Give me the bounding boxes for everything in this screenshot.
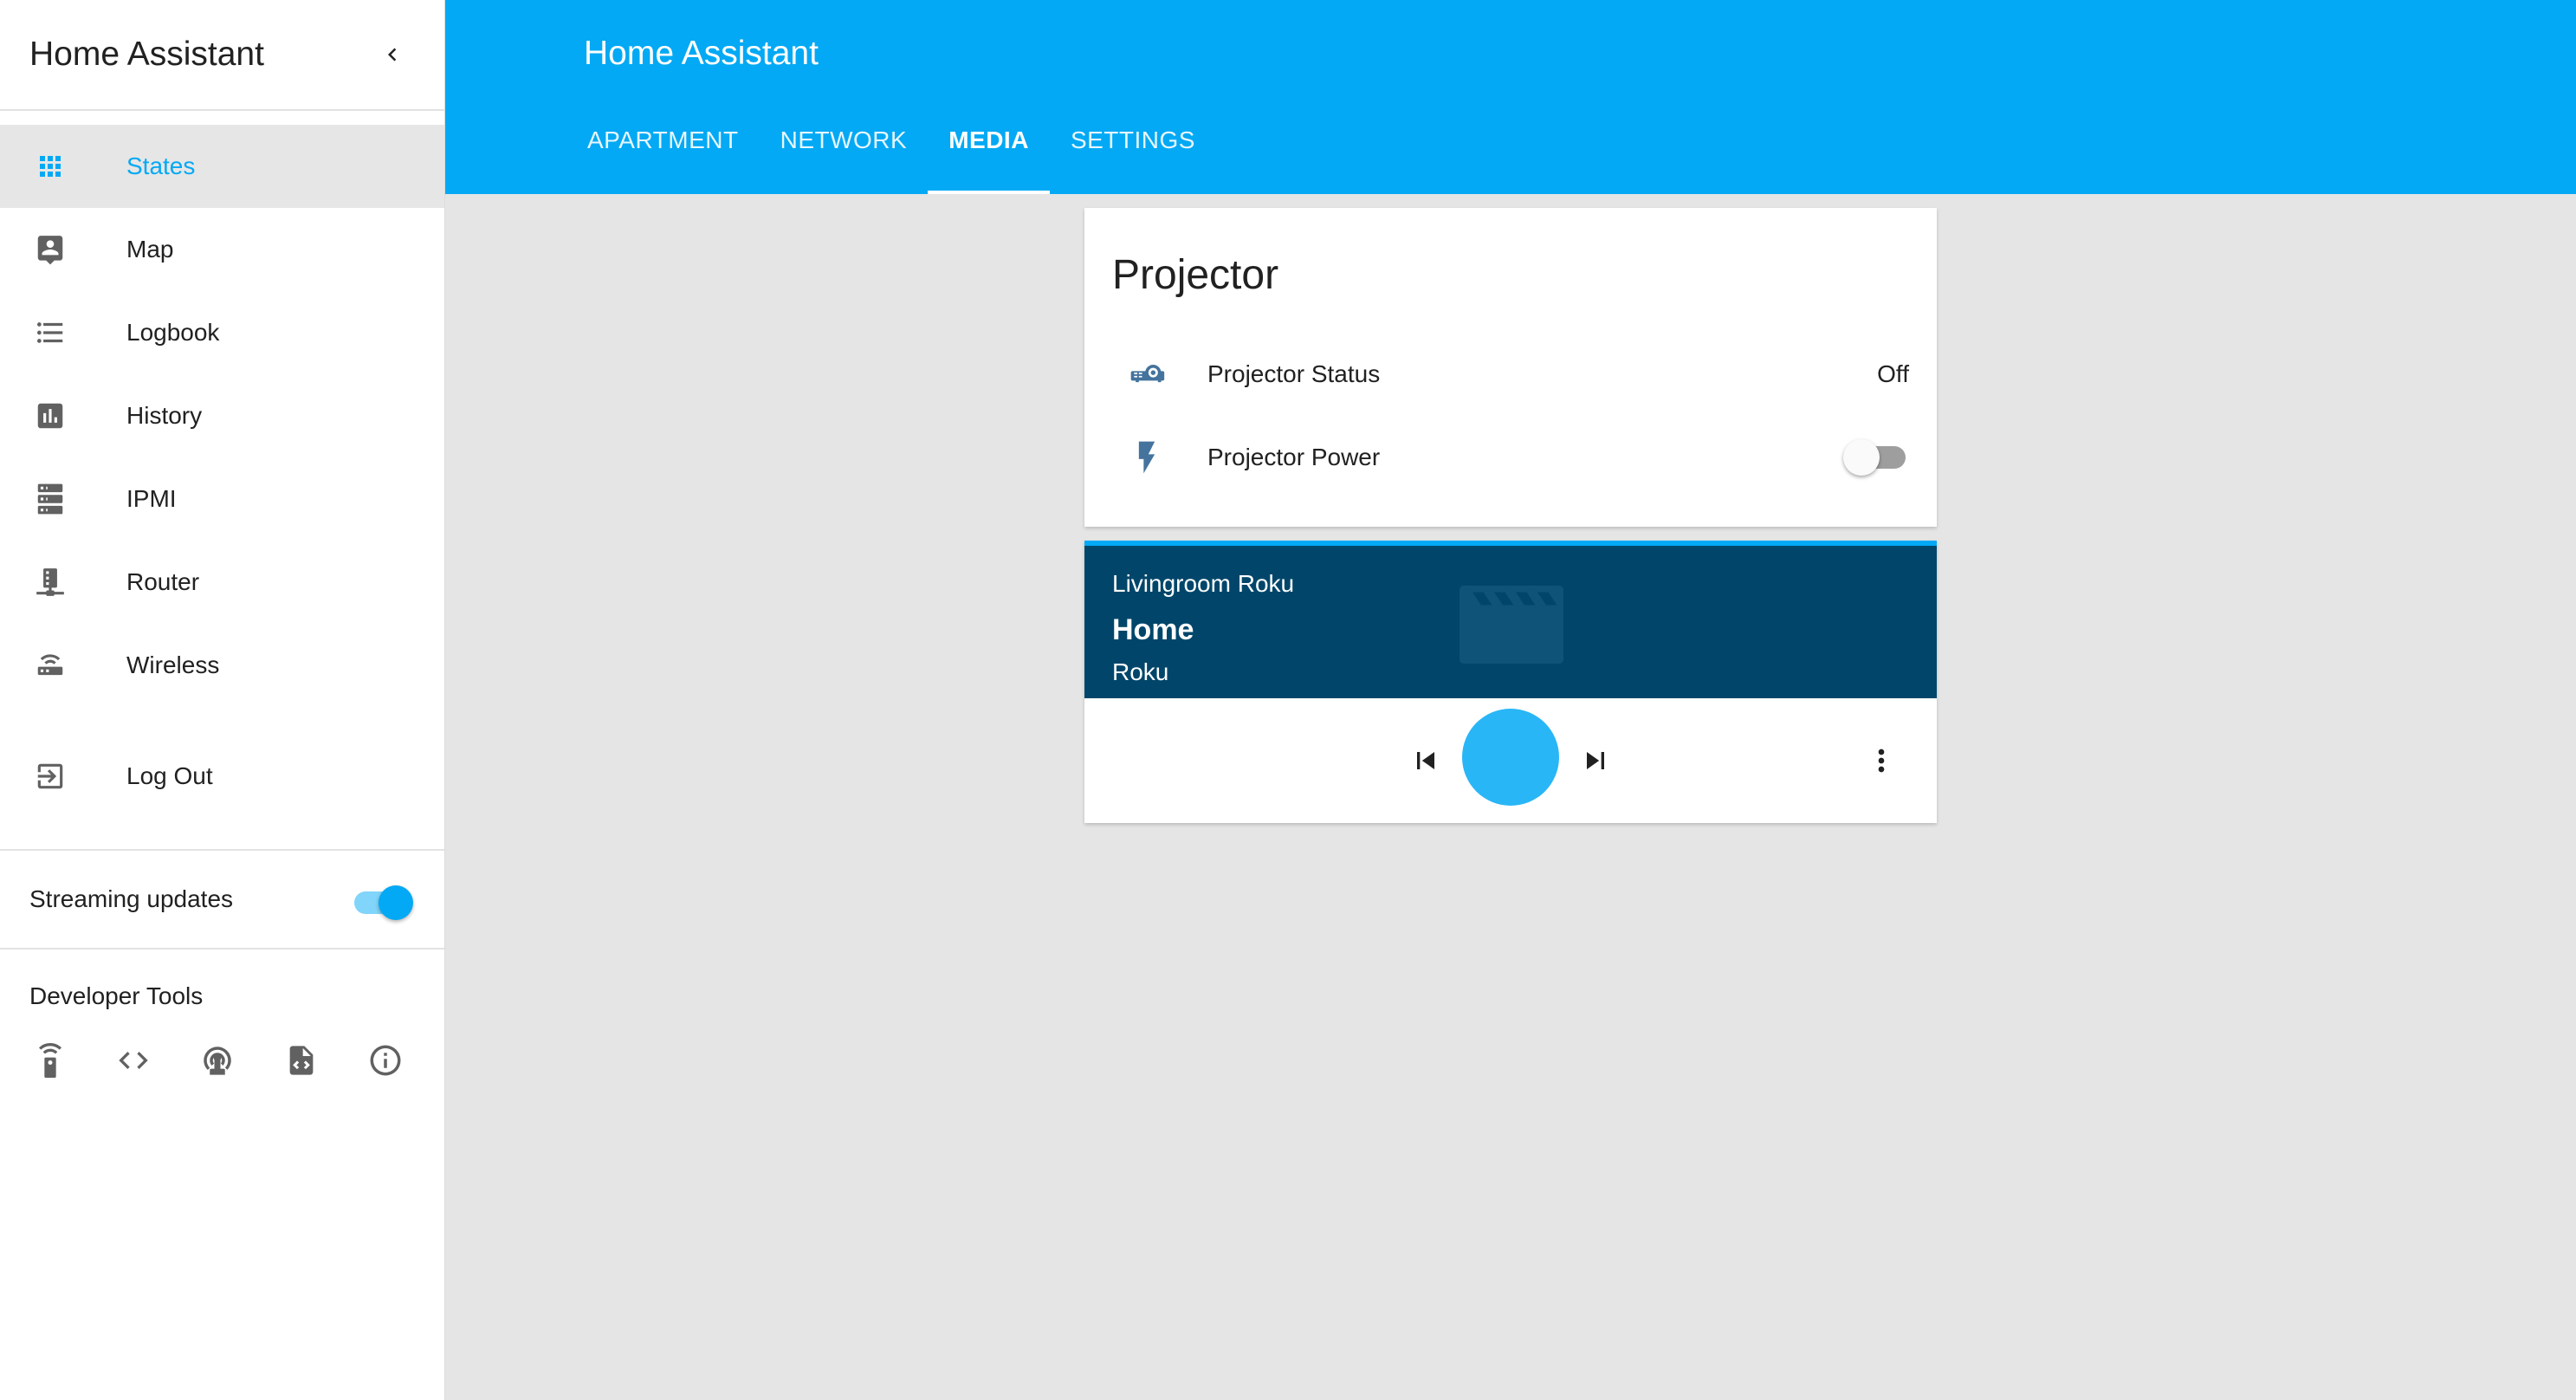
app-root: Home Assistant States Map Logbook Histor… xyxy=(0,0,2576,1400)
media-info-panel[interactable]: Livingroom Roku Home Roku xyxy=(1084,541,1937,698)
more-vertical-icon[interactable] xyxy=(1861,740,1902,781)
streaming-updates-toggle[interactable] xyxy=(351,882,415,920)
sidebar-item-logbook[interactable]: Logbook xyxy=(0,291,444,374)
sidebar-item-label: Router xyxy=(126,568,200,595)
sidebar-item-label: Map xyxy=(126,236,174,262)
sidebar-item-label: Wireless xyxy=(126,651,220,678)
entity-state: Off xyxy=(1877,360,1909,387)
sidebar-title: Home Assistant xyxy=(29,36,264,73)
page-title: Home Assistant xyxy=(584,35,819,72)
sidebar-item-label: States xyxy=(126,152,196,179)
media-source: Roku xyxy=(1112,658,1169,685)
projector-power-toggle[interactable] xyxy=(1843,437,1909,478)
toggle-thumb xyxy=(1843,439,1880,476)
remote-icon[interactable] xyxy=(33,1041,68,1079)
sidebar-item-history[interactable]: History xyxy=(0,374,444,457)
card-title: Projector xyxy=(1112,252,1279,298)
apps-icon xyxy=(33,149,68,184)
logout-icon xyxy=(33,759,68,794)
media-player-card: Livingroom Roku Home Roku xyxy=(1084,541,1937,823)
developer-tools-icons xyxy=(0,1041,444,1079)
sidebar-item-ipmi[interactable]: IPMI xyxy=(0,457,444,541)
format-list-icon xyxy=(33,315,68,350)
entity-label: Projector Power xyxy=(1207,444,1381,470)
skip-next-icon[interactable] xyxy=(1576,742,1615,780)
sidebar-item-label: IPMI xyxy=(126,485,177,512)
server-icon xyxy=(33,482,68,516)
code-tags-icon[interactable] xyxy=(116,1041,151,1079)
tab-settings[interactable]: SETTINGS xyxy=(1050,126,1216,194)
developer-tools-title: Developer Tools xyxy=(29,982,204,1009)
sidebar-item-label: Log Out xyxy=(126,762,213,789)
chart-box-icon xyxy=(33,399,68,433)
info-outline-icon[interactable] xyxy=(367,1041,404,1079)
media-player-name: Livingroom Roku xyxy=(1112,570,1295,597)
podcast-icon[interactable] xyxy=(199,1041,236,1079)
sidebar-item-label: History xyxy=(126,402,203,429)
entity-label: Projector Status xyxy=(1207,360,1381,387)
top-app-bar: Home Assistant APARTMENT NETWORK MEDIA S… xyxy=(445,0,2576,194)
sidebar-item-states[interactable]: States xyxy=(0,125,444,208)
streaming-updates-row: Streaming updates xyxy=(0,851,444,948)
sidebar-item-logout[interactable]: Log Out xyxy=(0,735,444,818)
projector-power-row: Projector Power xyxy=(1084,423,1937,492)
sidebar: Home Assistant States Map Logbook Histor… xyxy=(0,0,445,1400)
sidebar-item-router[interactable]: Router xyxy=(0,541,444,624)
projector-icon xyxy=(1126,353,1168,395)
projector-status-row[interactable]: Projector Status Off xyxy=(1084,340,1937,409)
skip-previous-icon[interactable] xyxy=(1407,742,1445,780)
router-wireless-icon xyxy=(33,648,68,683)
sidebar-item-wireless[interactable]: Wireless xyxy=(0,624,444,707)
tab-apartment[interactable]: APARTMENT xyxy=(566,126,760,194)
movie-music-icon xyxy=(1455,577,1568,672)
flash-icon xyxy=(1126,437,1168,478)
sidebar-header: Home Assistant xyxy=(0,0,444,111)
file-xml-icon[interactable] xyxy=(284,1041,319,1079)
streaming-updates-label: Streaming updates xyxy=(29,885,234,912)
chevron-left-icon[interactable] xyxy=(370,32,415,77)
toggle-thumb xyxy=(379,885,413,920)
play-pause-button[interactable] xyxy=(1462,709,1559,806)
projector-card: Projector Projector Status Off Projector… xyxy=(1084,208,1937,527)
media-title: Home xyxy=(1112,613,1194,646)
server-network-icon xyxy=(33,565,68,600)
sidebar-item-label: Logbook xyxy=(126,319,220,346)
view-tabs: APARTMENT NETWORK MEDIA SETTINGS xyxy=(566,126,1216,194)
tab-network[interactable]: NETWORK xyxy=(760,126,929,194)
sidebar-item-map[interactable]: Map xyxy=(0,208,444,291)
media-controls xyxy=(1084,698,1937,823)
sidebar-nav: States Map Logbook History IPMI Router W… xyxy=(0,111,444,818)
account-box-icon xyxy=(33,232,68,267)
tab-media[interactable]: MEDIA xyxy=(928,126,1050,194)
